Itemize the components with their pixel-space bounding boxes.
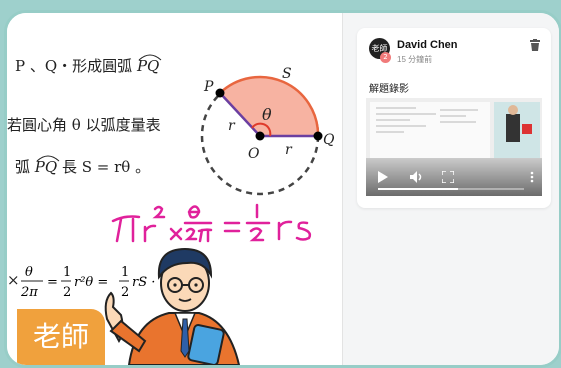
post-caption: 解題錄影 — [369, 84, 409, 95]
arc-mark-icon-2 — [36, 155, 60, 162]
point-q — [313, 131, 323, 141]
svg-text:1: 1 — [63, 265, 71, 280]
arc-mark-icon — [138, 54, 162, 61]
label-theta: θ — [262, 105, 272, 124]
board-line-1: P 、Q・形成圓弧 PQ — [15, 54, 162, 76]
typed-formula: × — [7, 271, 20, 289]
label-p: P — [203, 79, 214, 95]
video-player[interactable] — [366, 98, 542, 196]
progress-track[interactable] — [378, 188, 524, 190]
svg-text:2: 2 — [63, 285, 71, 300]
svg-text:θ: θ — [25, 265, 33, 280]
label-r-bottom: r — [285, 142, 293, 158]
side-panel: 老師 2 David Chen 15 分鐘前 解題錄影 — [342, 13, 559, 365]
author-name[interactable]: David Chen — [397, 39, 458, 51]
label-s: S — [282, 66, 292, 82]
avatar-badge: 2 — [380, 52, 391, 63]
video-controls — [366, 158, 542, 196]
trash-icon[interactable] — [530, 39, 540, 51]
label-o: O — [248, 146, 260, 162]
post-card: 老師 2 David Chen 15 分鐘前 解題錄影 — [357, 28, 551, 208]
more-vertical-icon[interactable] — [530, 171, 534, 183]
progress-fill — [378, 188, 459, 190]
teacher-illustration — [104, 247, 241, 365]
board-line-2: 若圓心角 θ 以弧度量表 — [7, 116, 161, 134]
point-p — [215, 88, 225, 98]
whiteboard: P 、Q・形成圓弧 PQ 若圓心角 θ 以弧度量表 弧 PQ 長 S = rθ … — [7, 13, 342, 365]
point-o — [255, 131, 265, 141]
sector-diagram: P Q O S r r θ — [200, 66, 335, 196]
label-r-left: r — [228, 118, 236, 134]
teacher-label: 老師 — [17, 309, 105, 365]
post-time: 15 分鐘前 — [397, 55, 433, 64]
app-frame: P 、Q・形成圓弧 PQ 若圓心角 θ 以弧度量表 弧 PQ 長 S = rθ … — [4, 10, 561, 368]
fullscreen-icon[interactable] — [442, 171, 454, 183]
play-icon[interactable] — [378, 171, 388, 183]
line1-text: P 、Q・形成圓弧 — [15, 57, 133, 75]
arc-pq-label: PQ — [137, 54, 162, 75]
board-line-3: 弧 PQ 長 S = rθ 。 — [15, 155, 150, 177]
label-q: Q — [323, 132, 335, 148]
svg-text:=: = — [47, 275, 58, 290]
volume-icon[interactable] — [410, 171, 424, 183]
svg-text:2π: 2π — [20, 285, 38, 300]
